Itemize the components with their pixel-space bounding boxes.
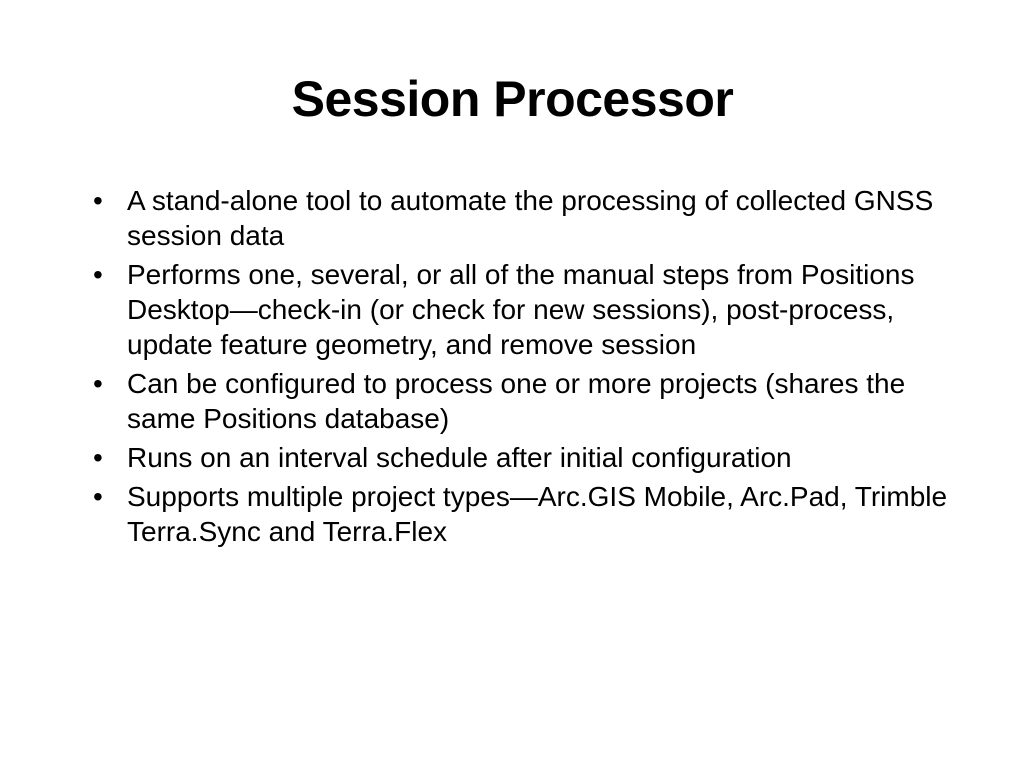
list-item: Supports multiple project types—Arc.GIS … [75, 479, 950, 549]
list-item: Performs one, several, or all of the man… [75, 257, 950, 362]
list-item: A stand-alone tool to automate the proce… [75, 183, 950, 253]
bullet-list: A stand-alone tool to automate the proce… [75, 183, 950, 549]
slide-title: Session Processor [75, 70, 950, 128]
list-item: Runs on an interval schedule after initi… [75, 440, 950, 475]
list-item: Can be configured to process one or more… [75, 366, 950, 436]
